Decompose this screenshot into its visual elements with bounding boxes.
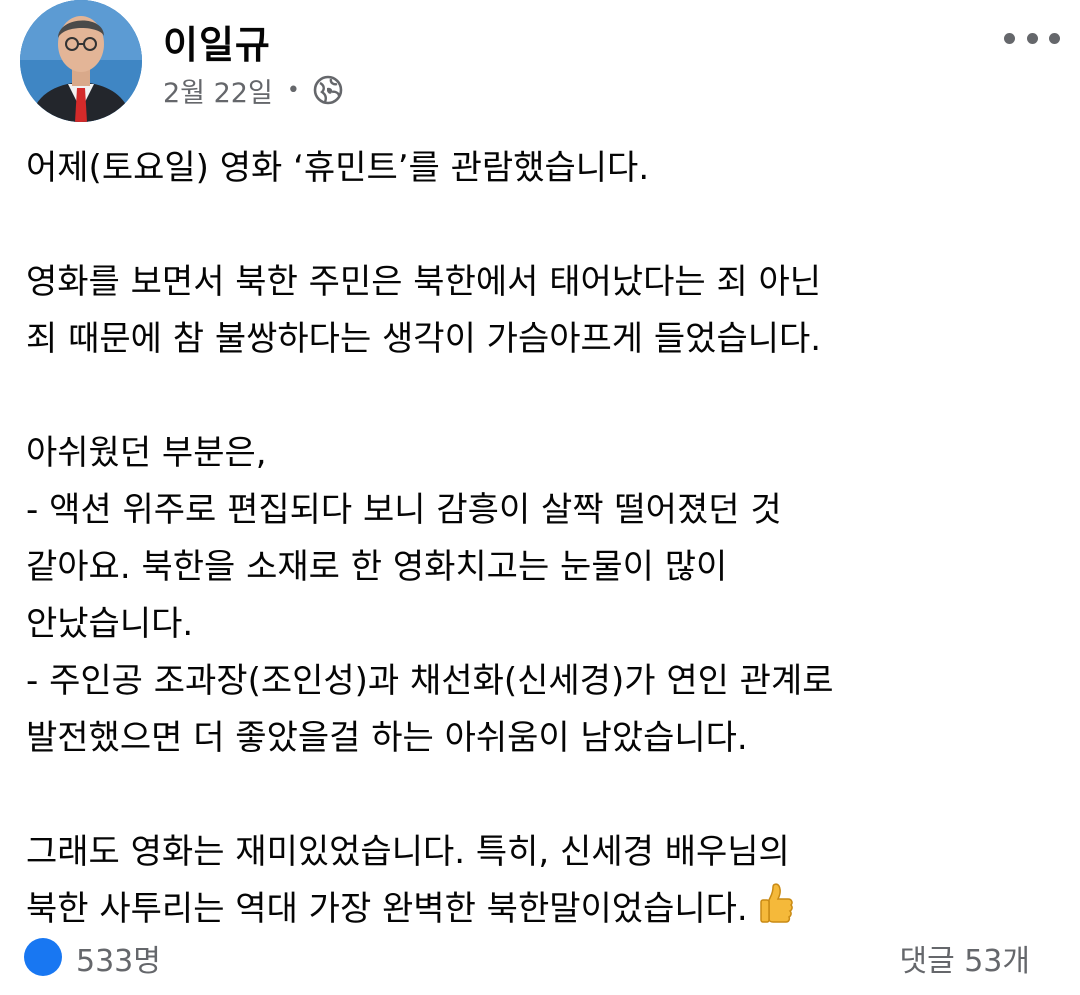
globe-icon (312, 74, 344, 106)
post-line: - 주인공 조과장(조인성)과 채선화(신세경)가 연인 관계로 (26, 661, 834, 701)
more-dot (1004, 32, 1015, 44)
post-line: 안났습니다. (26, 604, 194, 644)
meta-separator: • (286, 77, 300, 103)
thumbs-up-icon (758, 882, 794, 926)
post-line: 발전했으면 더 좋았을걸 하는 아쉬움이 남았습니다. (26, 718, 748, 758)
post-line: 그래도 영화는 재미있었습니다. 특히, 신세경 배우님의 (26, 832, 790, 872)
post-line: 영화를 보면서 북한 주민은 북한에서 태어났다는 죄 아닌 (26, 262, 822, 302)
post-header: 이일규 2월 22일 • (0, 0, 1080, 130)
post-footer: 533명 댓글 53개 (0, 930, 1080, 979)
post-paragraph-1: 어제(토요일) 영화 ‘휴민트’를 관람했습니다. (26, 140, 1056, 197)
post-line: 같아요. 북한을 소재로 한 영화치고는 눈물이 많이 (26, 547, 728, 587)
post-paragraph-3: 아쉬웠던 부분은, - 액션 위주로 편집되다 보니 감흥이 살짝 떨어졌던 것… (26, 425, 1056, 767)
post-body: 어제(토요일) 영화 ‘휴민트’를 관람했습니다. 영화를 보면서 북한 주민은… (26, 140, 1056, 995)
post-paragraph-2: 영화를 보면서 북한 주민은 북한에서 태어났다는 죄 아닌 죄 때문에 참 불… (26, 254, 1056, 368)
post-date[interactable]: 2월 22일 (163, 71, 273, 110)
post-paragraph-4: 그래도 영화는 재미있었습니다. 특히, 신세경 배우님의 북한 사투리는 역대… (26, 824, 1056, 938)
avatar[interactable] (20, 0, 142, 122)
more-options-icon[interactable] (1004, 20, 1060, 56)
reaction-count[interactable]: 533명 (76, 936, 161, 980)
post-line: 아쉬웠던 부분은, (26, 433, 267, 473)
post-line: - 액션 위주로 편집되다 보니 감흥이 살짝 떨어졌던 것 (26, 490, 782, 530)
more-dot (1049, 32, 1060, 44)
like-icon[interactable] (24, 938, 62, 976)
post-line: 죄 때문에 참 불쌍하다는 생각이 가슴아프게 들었습니다. (26, 319, 822, 359)
more-dot (1026, 32, 1038, 44)
author-name[interactable]: 이일규 (163, 14, 271, 69)
post-meta: 2월 22일 • (163, 70, 344, 110)
comment-count[interactable]: 댓글 53개 (899, 936, 1030, 980)
post-line-text: 북한 사투리는 역대 가장 완벽한 북한말이었습니다. (26, 889, 748, 929)
post-line: 어제(토요일) 영화 ‘휴민트’를 관람했습니다. (26, 148, 650, 188)
